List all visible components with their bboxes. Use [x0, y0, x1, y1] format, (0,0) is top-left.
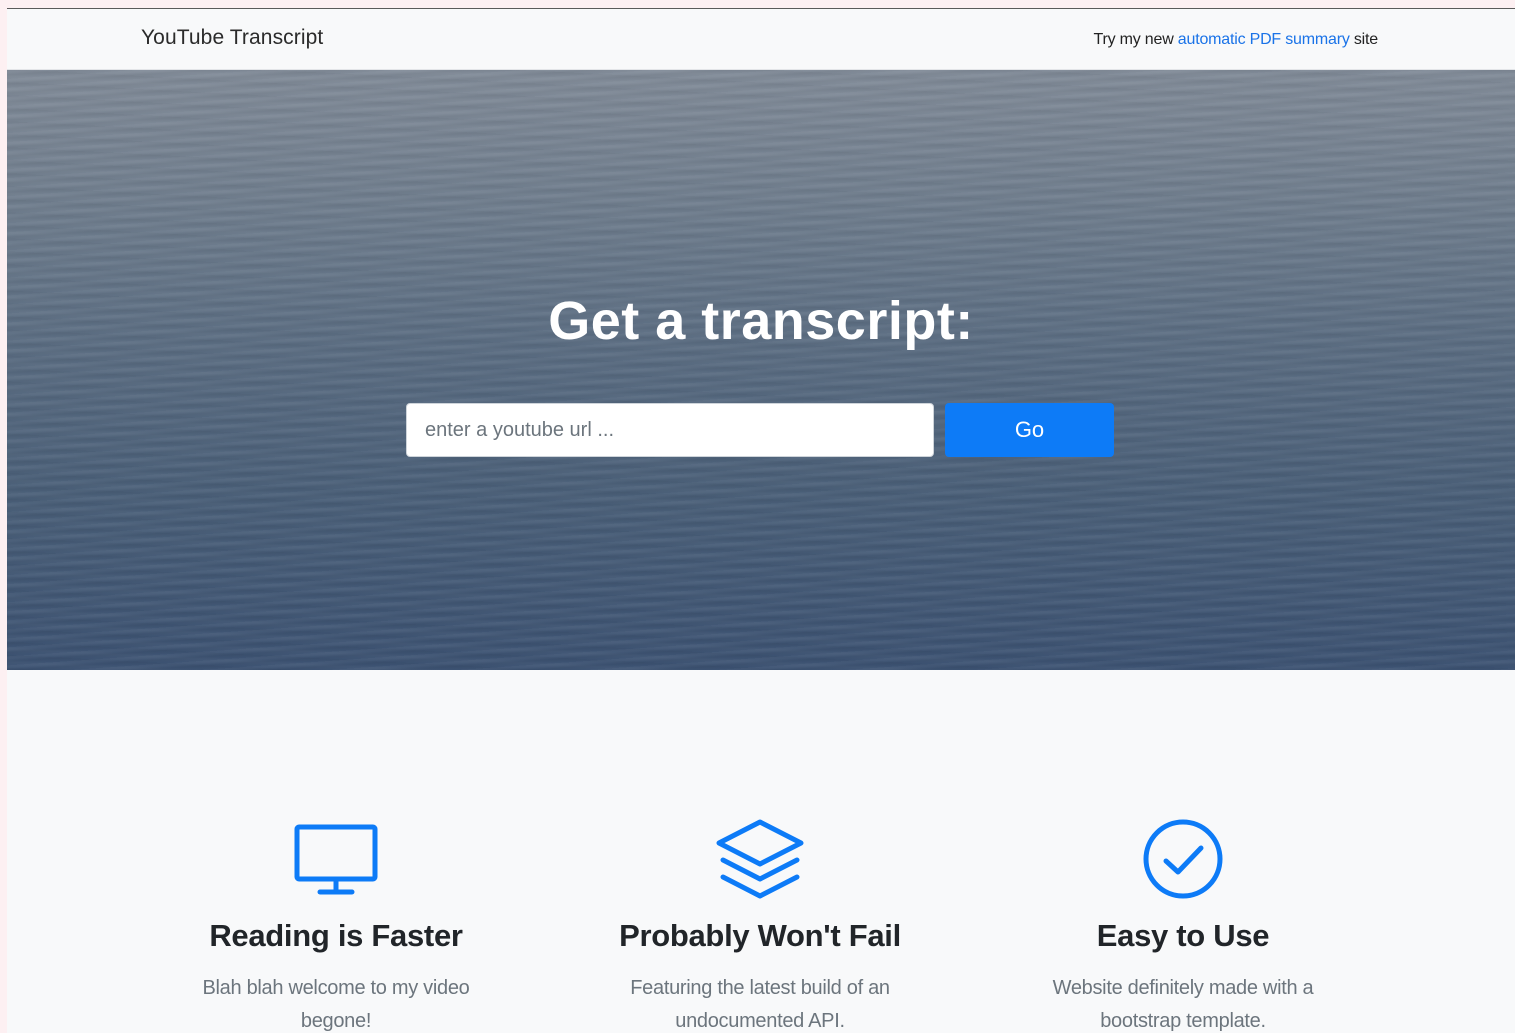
feature-description: Website definitely made with a bootstrap …	[993, 972, 1373, 1033]
feature-title: Reading is Faster	[209, 918, 463, 953]
check-circle-icon	[1133, 810, 1233, 910]
monitor-icon	[286, 810, 386, 910]
go-button[interactable]: Go	[945, 403, 1114, 457]
feature-description-line: Website definitely made with a	[1052, 977, 1314, 999]
promo-text: Try my new automatic PDF summary site	[1093, 31, 1378, 49]
youtube-url-input[interactable]	[406, 403, 934, 457]
page: YouTube Transcript Try my new automatic …	[7, 9, 1515, 1033]
feature-description: Featuring the latest build of an undocume…	[570, 972, 950, 1033]
feature-description-line: undocumented API.	[675, 1010, 845, 1032]
feature-title: Easy to Use	[1096, 918, 1270, 953]
layers-icon	[710, 810, 810, 910]
feature-description-line: bootstrap template.	[1100, 1010, 1266, 1032]
promo-prefix: Try my new	[1093, 31, 1178, 48]
promo-suffix: site	[1349, 31, 1378, 48]
feature-description-line: Featuring the latest build of an	[630, 977, 890, 999]
brand-link[interactable]: YouTube Transcript	[141, 26, 323, 50]
feature-description-line: Blah blah welcome to my video	[202, 977, 470, 999]
navbar: YouTube Transcript Try my new automatic …	[7, 9, 1515, 70]
feature-description-line: begone!	[300, 1010, 372, 1032]
features-section: Reading is Faster Blah blah welcome to m…	[7, 670, 1515, 1033]
feature-title: Probably Won't Fail	[619, 918, 901, 953]
pdf-summary-link[interactable]: automatic PDF summary	[1178, 31, 1350, 48]
hero-section: Get a transcript: Go	[7, 70, 1515, 670]
hero-title: Get a transcript:	[548, 291, 974, 351]
feature-description: Blah blah welcome to my video begone!	[146, 972, 526, 1033]
